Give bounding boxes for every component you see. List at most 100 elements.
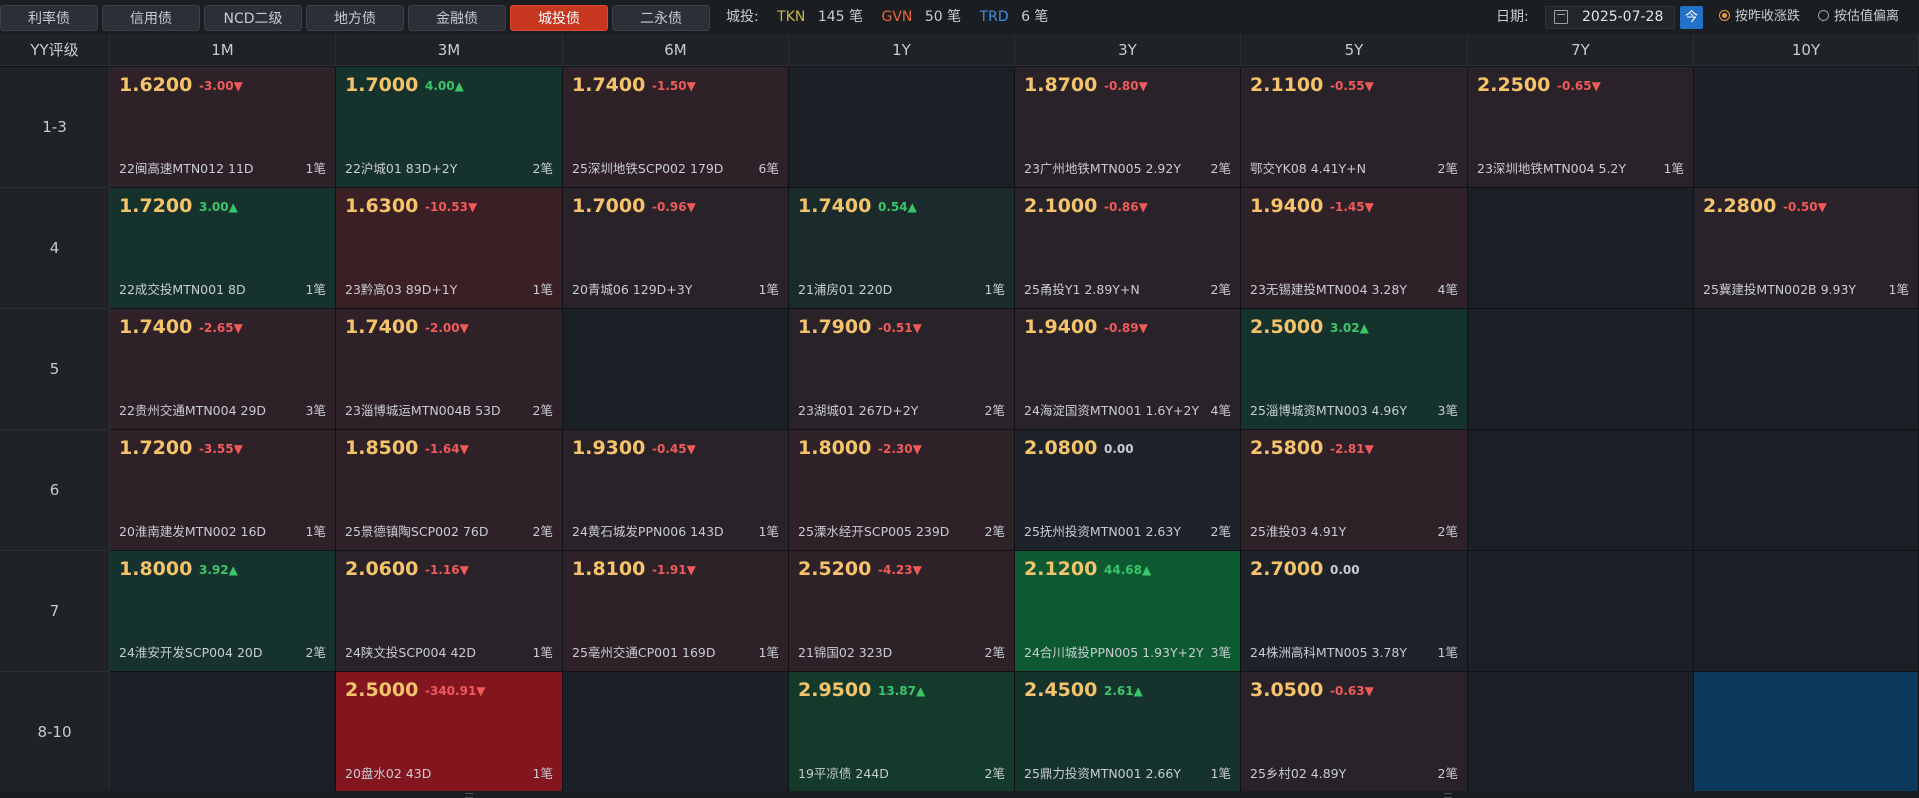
empty-cell <box>1468 430 1694 551</box>
empty-cell <box>1468 551 1694 672</box>
quote-cell[interactable]: 1.9400 -0.89▼ 24海淀国资MTN001 1.6Y+2Y 4笔 <box>1015 309 1241 430</box>
bond-name: 25亳州交通CP001 169D <box>572 645 716 660</box>
trade-count: 1笔 <box>758 645 779 660</box>
change-value: -1.50▼ <box>652 79 696 93</box>
tab-2[interactable]: NCD二级 <box>204 5 302 31</box>
change-value: -0.89▼ <box>1104 321 1148 335</box>
radio-valuation-deviation[interactable]: 按估值偏离 <box>1818 0 1899 34</box>
bond-name: 22贵州交通MTN004 29D <box>119 403 267 418</box>
trade-count: 1笔 <box>984 282 1005 297</box>
corner-header: YY评级 <box>0 34 110 66</box>
bond-name: 24合川城投PPN005 1.93Y+2Y <box>1024 645 1204 660</box>
bond-name: 20青城06 129D+3Y <box>572 282 693 297</box>
quote-cell[interactable]: 2.2500 -0.65▼ 23深圳地铁MTN004 5.2Y 1笔 <box>1468 67 1694 188</box>
quote-cell[interactable]: 1.7200 3.00▲ 22成交投MTN001 8D 1笔 <box>110 188 336 309</box>
quote-cell[interactable]: 2.5800 -2.81▼ 25淮投03 4.91Y 2笔 <box>1241 430 1468 551</box>
change-value: -0.65▼ <box>1557 79 1601 93</box>
quote-cell[interactable]: 1.8700 -0.80▼ 23广州地铁MTN005 2.92Y 2笔 <box>1015 67 1241 188</box>
empty-cell <box>1694 309 1919 430</box>
quote-cell[interactable]: 1.7400 -2.00▼ 23淄博城运MTN004B 53D 2笔 <box>336 309 563 430</box>
trade-count: 2笔 <box>1437 161 1458 176</box>
quote-cell[interactable]: 1.8500 -1.64▼ 25景德镇陶SCP002 76D 2笔 <box>336 430 563 551</box>
today-button[interactable]: 今 <box>1680 6 1703 29</box>
column-header-3m[interactable]: 3M <box>336 34 563 66</box>
quote-cell[interactable]: 1.6300 -10.53▼ 23黔高03 89D+1Y 1笔 <box>336 188 563 309</box>
quote-cell[interactable]: 1.7000 4.00▲ 22沪城01 83D+2Y 2笔 <box>336 67 563 188</box>
quote-cell[interactable]: 2.1000 -0.86▼ 25甬投Y1 2.89Y+N 2笔 <box>1015 188 1241 309</box>
quote-cell[interactable]: 1.8100 -1.91▼ 25亳州交通CP001 169D 1笔 <box>563 551 789 672</box>
quote-cell[interactable]: 3.0500 -0.63▼ 25乡村02 4.89Y 2笔 <box>1241 672 1468 793</box>
bond-name: 23无锡建投MTN004 3.28Y <box>1250 282 1407 297</box>
tab-0[interactable]: 利率债 <box>0 5 98 31</box>
yield-value: 1.7200 <box>119 195 193 217</box>
empty-cell <box>1694 672 1919 793</box>
tab-5[interactable]: 城投债 <box>510 5 608 31</box>
radio-unchecked-icon <box>1818 10 1829 21</box>
yield-value: 1.8000 <box>798 437 872 459</box>
resize-grip-icon[interactable] <box>465 793 473 798</box>
quote-cell[interactable]: 2.4500 2.61▲ 25鼎力投资MTN001 2.66Y 1笔 <box>1015 672 1241 793</box>
quote-cell[interactable]: 2.2800 -0.50▼ 25冀建投MTN002B 9.93Y 1笔 <box>1694 188 1919 309</box>
yield-value: 2.0600 <box>345 558 419 580</box>
column-header-6m[interactable]: 6M <box>563 34 789 66</box>
quote-cell[interactable]: 2.0800 0.00 25抚州投资MTN001 2.63Y 2笔 <box>1015 430 1241 551</box>
yield-value: 1.7400 <box>572 74 646 96</box>
bond-name: 24陕文投SCP004 42D <box>345 645 476 660</box>
column-header-1y[interactable]: 1Y <box>789 34 1015 66</box>
change-value: -340.91▼ <box>425 684 486 698</box>
resize-grip-icon[interactable] <box>1444 793 1452 798</box>
quote-cell[interactable]: 1.7400 0.54▲ 21浦房01 220D 1笔 <box>789 188 1015 309</box>
date-picker[interactable]: 2025-07-28 <box>1545 6 1675 29</box>
empty-cell <box>1694 67 1919 188</box>
yield-value: 1.8000 <box>119 558 193 580</box>
change-value: -4.23▼ <box>878 563 922 577</box>
trade-count: 1笔 <box>305 282 326 297</box>
column-header-1m[interactable]: 1M <box>110 34 336 66</box>
bond-name: 21锦国02 323D <box>798 645 893 660</box>
trade-count: 1笔 <box>758 282 779 297</box>
quote-cell[interactable]: 2.0600 -1.16▼ 24陕文投SCP004 42D 1笔 <box>336 551 563 672</box>
quote-cell[interactable]: 2.1100 -0.55▼ 鄂交YK08 4.41Y+N 2笔 <box>1241 67 1468 188</box>
quote-cell[interactable]: 2.5200 -4.23▼ 21锦国02 323D 2笔 <box>789 551 1015 672</box>
quote-cell[interactable]: 1.8000 3.92▲ 24淮安开发SCP004 20D 2笔 <box>110 551 336 672</box>
yield-value: 2.5000 <box>1250 316 1324 338</box>
quote-cell[interactable]: 1.9400 -1.45▼ 23无锡建投MTN004 3.28Y 4笔 <box>1241 188 1468 309</box>
tab-1[interactable]: 信用债 <box>102 5 200 31</box>
quote-cell[interactable]: 1.9300 -0.45▼ 24黄石城发PPN006 143D 1笔 <box>563 430 789 551</box>
quote-cell[interactable]: 2.1200 44.68▲ 24合川城投PPN005 1.93Y+2Y 3笔 <box>1015 551 1241 672</box>
empty-cell <box>110 672 336 793</box>
yield-value: 2.2500 <box>1477 74 1551 96</box>
quote-cell[interactable]: 2.5000 3.02▲ 25淄博城资MTN003 4.96Y 3笔 <box>1241 309 1468 430</box>
quote-cell[interactable]: 1.7400 -1.50▼ 25深圳地铁SCP002 179D 6笔 <box>563 67 789 188</box>
row-label: 8-10 <box>0 672 110 793</box>
quote-cell[interactable]: 1.6200 -3.00▼ 22闽高速MTN012 11D 1笔 <box>110 67 336 188</box>
tab-3[interactable]: 地方债 <box>306 5 404 31</box>
quote-cell[interactable]: 1.7900 -0.51▼ 23湖城01 267D+2Y 2笔 <box>789 309 1015 430</box>
quote-cell[interactable]: 1.7200 -3.55▼ 20淮南建发MTN002 16D 1笔 <box>110 430 336 551</box>
tab-4[interactable]: 金融债 <box>408 5 506 31</box>
column-header-10y[interactable]: 10Y <box>1694 34 1919 66</box>
column-header-5y[interactable]: 5Y <box>1241 34 1468 66</box>
bond-name: 24黄石城发PPN006 143D <box>572 524 724 539</box>
quote-cell[interactable]: 1.7000 -0.96▼ 20青城06 129D+3Y 1笔 <box>563 188 789 309</box>
yield-value: 1.7900 <box>798 316 872 338</box>
bond-name: 19平凉债 244D <box>798 766 889 781</box>
trade-count: 2笔 <box>984 766 1005 781</box>
tab-6[interactable]: 二永债 <box>612 5 710 31</box>
empty-cell <box>1468 672 1694 793</box>
bottom-splitter[interactable] <box>0 791 1919 798</box>
radio-change-vs-close[interactable]: 按昨收涨跌 <box>1719 0 1800 34</box>
column-header-3y[interactable]: 3Y <box>1015 34 1241 66</box>
trade-count: 2笔 <box>532 524 553 539</box>
quote-cell[interactable]: 2.5000 -340.91▼ 20盘水02 43D 1笔 <box>336 672 563 793</box>
column-header-7y[interactable]: 7Y <box>1468 34 1694 66</box>
counts-label: 城投: <box>726 9 759 25</box>
quote-cell[interactable]: 1.7400 -2.65▼ 22贵州交通MTN004 29D 3笔 <box>110 309 336 430</box>
quote-cell[interactable]: 1.8000 -2.30▼ 25溧水经开SCP005 239D 2笔 <box>789 430 1015 551</box>
change-value: -10.53▼ <box>425 200 478 214</box>
quote-cell[interactable]: 2.9500 13.87▲ 19平凉债 244D 2笔 <box>789 672 1015 793</box>
trade-count: 1笔 <box>305 524 326 539</box>
bond-name: 24淮安开发SCP004 20D <box>119 645 263 660</box>
quote-cell[interactable]: 2.7000 0.00 24株洲高科MTN005 3.78Y 1笔 <box>1241 551 1468 672</box>
change-value: -0.63▼ <box>1330 684 1374 698</box>
